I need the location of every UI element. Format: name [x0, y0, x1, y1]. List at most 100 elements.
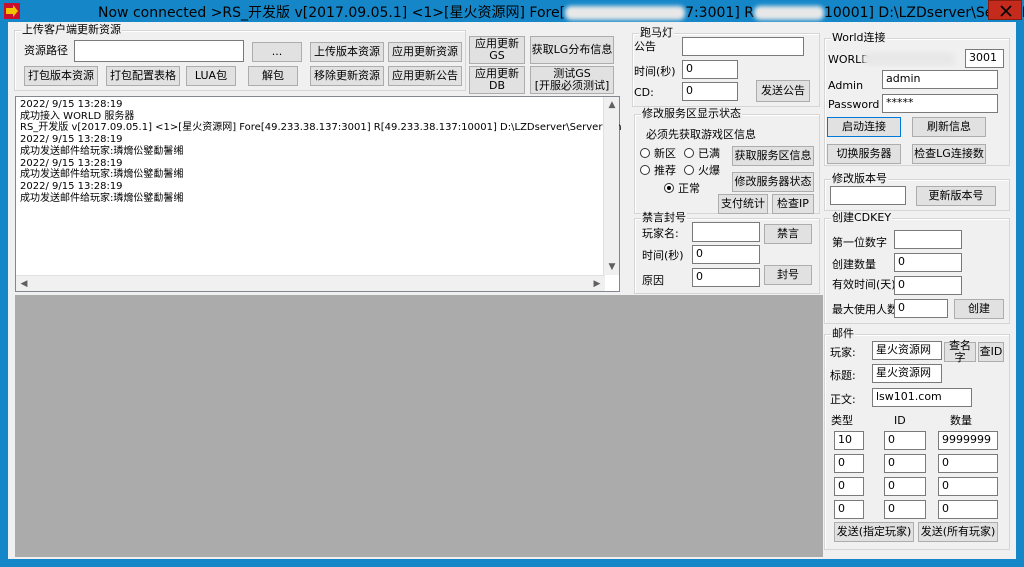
- reason-input[interactable]: 0: [692, 268, 760, 287]
- version-input[interactable]: [830, 186, 906, 205]
- first-digit-label: 第一位数字: [832, 236, 887, 249]
- valid-days-input[interactable]: 0: [894, 276, 962, 295]
- max-users-label: 最大使用人数: [832, 303, 898, 316]
- close-button[interactable]: [988, 0, 1022, 20]
- item-id-input[interactable]: 0: [884, 477, 926, 496]
- switch-server-button[interactable]: 切换服务器: [827, 144, 901, 164]
- radio-recommend[interactable]: [640, 165, 650, 175]
- modify-server-button[interactable]: 修改服务器状态: [732, 172, 814, 192]
- apply-update-button[interactable]: 应用更新资源: [388, 42, 462, 62]
- mail-player-label: 玩家:: [830, 346, 856, 359]
- radio-recommend-label: 推荐: [654, 164, 676, 177]
- find-id-button[interactable]: 查ID: [978, 342, 1004, 362]
- get-server-info-button[interactable]: 获取服务区信息: [732, 146, 814, 166]
- log-line: 2022/ 9/15 13:28:19: [20, 180, 123, 192]
- item-qty-input[interactable]: 0: [938, 454, 998, 473]
- reason-label: 原因: [642, 274, 664, 287]
- admin-label: Admin: [828, 79, 864, 92]
- refresh-info-button[interactable]: 刷新信息: [912, 117, 986, 137]
- create-cdkey-button[interactable]: 创建: [954, 299, 1004, 319]
- scroll-up-icon[interactable]: ▲: [604, 97, 620, 113]
- scroll-left-icon[interactable]: ◀: [16, 276, 32, 292]
- log-line: 成功发送邮件给玩家:璘熁伀鐾勫鬐缃: [20, 169, 184, 181]
- scroll-down-icon[interactable]: ▼: [604, 259, 620, 275]
- browse-button[interactable]: ...: [252, 42, 302, 62]
- path-input[interactable]: [74, 40, 244, 62]
- apply-notice-button[interactable]: 应用更新公告: [388, 66, 462, 86]
- admin-input[interactable]: admin: [882, 70, 998, 89]
- radio-hot[interactable]: [684, 165, 694, 175]
- apply-db-button[interactable]: 应用更新 DB: [469, 66, 525, 94]
- vertical-scrollbar[interactable]: ▲ ▼: [603, 97, 619, 275]
- item-type-input[interactable]: 10: [834, 431, 864, 450]
- test-gs-button[interactable]: 测试GS [开服必须测试]: [530, 66, 614, 94]
- mail-player-input[interactable]: 星火资源网: [872, 341, 942, 360]
- unpack-button[interactable]: 解包: [248, 66, 298, 86]
- valid-days-label: 有效时间(天): [832, 278, 896, 291]
- item-id-input[interactable]: 0: [884, 454, 926, 473]
- lua-pack-button[interactable]: LUA包: [186, 66, 236, 86]
- start-connect-button[interactable]: 启动连接: [827, 117, 901, 137]
- ban-player-input[interactable]: [692, 222, 760, 242]
- update-version-button[interactable]: 更新版本号: [916, 186, 996, 206]
- mute-button[interactable]: 禁言: [764, 224, 812, 244]
- redacted-host: [863, 52, 955, 66]
- title-bar: Now connected >RS_开发版 v[2017.09.05.1] <1…: [0, 0, 1024, 22]
- remove-update-button[interactable]: 移除更新资源: [310, 66, 384, 86]
- notice-label: 公告: [634, 40, 656, 53]
- send-to-all-button[interactable]: 发送(所有玩家): [918, 522, 998, 542]
- pay-stats-button[interactable]: 支付统计: [718, 194, 768, 214]
- cd-label: CD:: [634, 86, 654, 99]
- world-host-input[interactable]: [858, 49, 960, 68]
- check-ip-button[interactable]: 检查IP: [772, 194, 814, 214]
- notice-input[interactable]: [682, 37, 804, 56]
- marquee-legend: 跑马灯: [639, 26, 674, 39]
- server-state-legend: 修改服务区显示状态: [641, 107, 742, 120]
- mail-title-input[interactable]: 星火资源网: [872, 364, 942, 383]
- item-type-input[interactable]: 0: [834, 454, 864, 473]
- pack-version-button[interactable]: 打包版本资源: [24, 66, 98, 86]
- radio-new[interactable]: [640, 148, 650, 158]
- marquee-time-input[interactable]: 0: [682, 60, 738, 79]
- ban-button[interactable]: 封号: [764, 265, 812, 285]
- item-type-input[interactable]: 0: [834, 477, 864, 496]
- apply-gs-button[interactable]: 应用更新 GS: [469, 36, 525, 64]
- max-users-input[interactable]: 0: [894, 299, 948, 318]
- log-line: 2022/ 9/15 13:28:19: [20, 99, 123, 110]
- col-qty-header: 数量: [950, 414, 972, 427]
- radio-new-label: 新区: [654, 147, 676, 160]
- upload-version-button[interactable]: 上传版本资源: [310, 42, 384, 62]
- send-notice-button[interactable]: 发送公告: [756, 80, 810, 102]
- send-to-player-button[interactable]: 发送(指定玩家): [834, 522, 914, 542]
- password-input[interactable]: *****: [882, 94, 998, 113]
- mail-legend: 邮件: [831, 327, 855, 340]
- item-id-input[interactable]: 0: [884, 500, 926, 519]
- create-count-input[interactable]: 0: [894, 253, 962, 272]
- ban-time-input[interactable]: 0: [692, 245, 760, 264]
- app-icon: [4, 3, 20, 19]
- item-qty-input[interactable]: 0: [938, 500, 998, 519]
- ban-legend: 禁言封号: [641, 211, 687, 224]
- ban-time-label: 时间(秒): [642, 249, 684, 262]
- world-port-input[interactable]: 3001: [965, 49, 1004, 68]
- item-qty-input[interactable]: 0: [938, 477, 998, 496]
- radio-full[interactable]: [684, 148, 694, 158]
- horizontal-scrollbar[interactable]: ◀ ▶: [16, 275, 605, 291]
- check-lg-button[interactable]: 检查LG连接数: [912, 144, 986, 164]
- col-id-header: ID: [894, 414, 906, 427]
- get-lg-button[interactable]: 获取LG分布信息: [530, 36, 614, 64]
- item-qty-input[interactable]: 9999999: [938, 431, 998, 450]
- pack-config-button[interactable]: 打包配置表格: [106, 66, 180, 86]
- version-legend: 修改版本号: [831, 172, 888, 185]
- item-id-input[interactable]: 0: [884, 431, 926, 450]
- first-digit-input[interactable]: [894, 230, 962, 249]
- radio-normal[interactable]: [664, 183, 674, 193]
- mail-body-input[interactable]: lsw101.com: [872, 388, 972, 407]
- cd-input[interactable]: 0: [682, 82, 738, 101]
- upload-legend: 上传客户端更新资源: [21, 23, 122, 36]
- log-line: 成功接入 WORLD 服务器: [20, 110, 135, 122]
- log-output[interactable]: 2022/ 9/15 13:28:19 成功接入 WORLD 服务器 RS_开发版 …: [15, 96, 622, 292]
- scroll-right-icon[interactable]: ▶: [589, 276, 605, 292]
- find-name-button[interactable]: 查名字: [944, 339, 976, 364]
- item-type-input[interactable]: 0: [834, 500, 864, 519]
